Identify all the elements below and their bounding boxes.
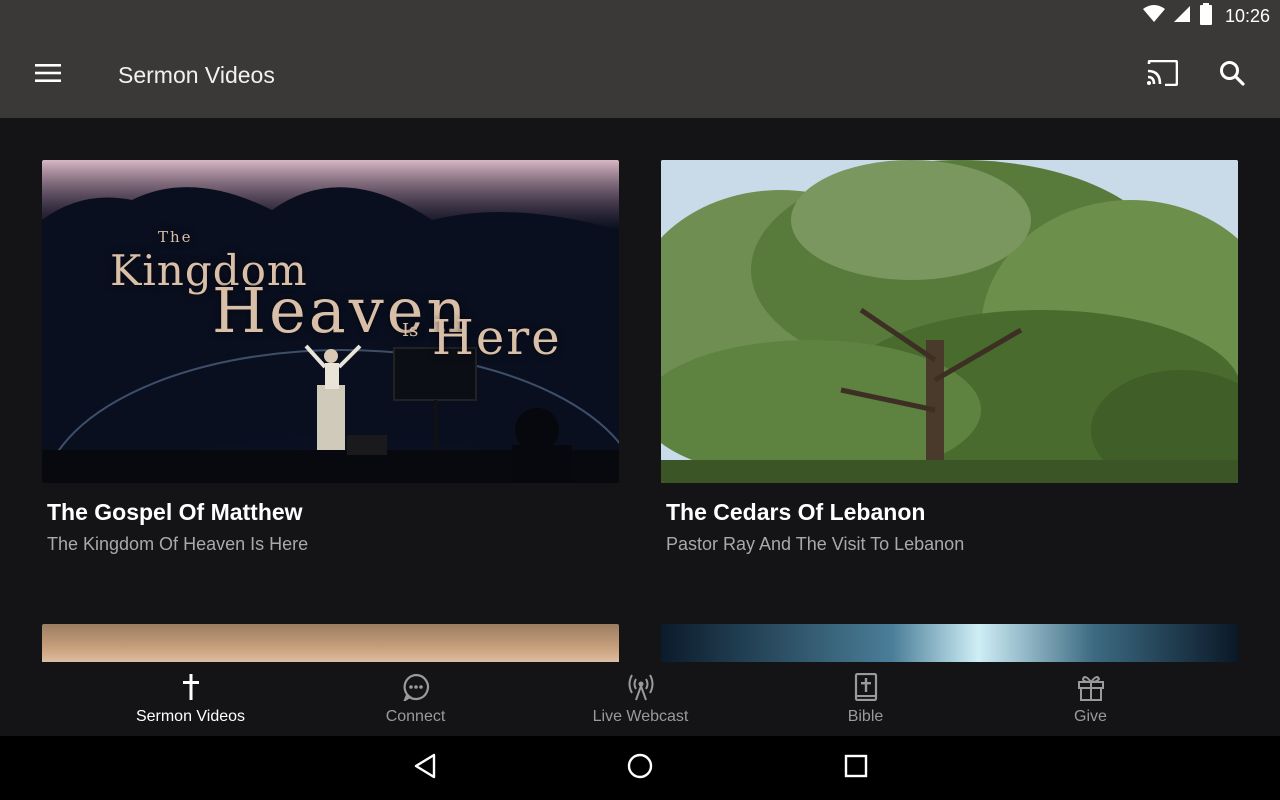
card-thumbnail: The Kingdom Heaven Is Here [42, 160, 619, 483]
bible-icon [854, 672, 878, 702]
nav-label: Sermon Videos [135, 708, 246, 725]
nav-label: Give [1074, 708, 1107, 725]
app-bar: Sermon Videos [0, 32, 1280, 118]
gift-icon [1077, 672, 1105, 702]
home-circle-icon [626, 752, 654, 785]
card-title: The Gospel Of Matthew [47, 499, 303, 525]
card-subtitle: Pastor Ray And The Visit To Lebanon [666, 534, 965, 554]
wifi-icon [1142, 4, 1165, 28]
card-subtitle: The Kingdom Of Heaven Is Here [47, 534, 309, 554]
nav-tab-sermon-videos[interactable]: Sermon Videos [78, 662, 303, 736]
system-navigation-bar [0, 736, 1280, 800]
nav-label: Bible [847, 708, 884, 725]
battery-icon [1199, 2, 1213, 30]
nav-tab-live-webcast[interactable]: Live Webcast [528, 662, 753, 736]
sermon-card-cedars-lebanon[interactable]: The Cedars Of Lebanon Pastor Ray And The… [661, 160, 1238, 555]
status-time: 10:26 [1224, 5, 1270, 26]
sermon-video-list: The Kingdom Heaven Is Here The Gospel Of… [0, 118, 1280, 662]
sermon-card-partial-left[interactable] [42, 624, 619, 662]
home-button[interactable] [624, 752, 656, 784]
search-icon [1219, 60, 1245, 91]
broadcast-tower-icon [627, 672, 655, 702]
hamburger-menu-icon [35, 63, 61, 87]
sermon-card-partial-right[interactable] [661, 624, 1238, 662]
cast-button[interactable] [1143, 58, 1181, 92]
nav-label: Connect [385, 708, 446, 725]
cross-icon [181, 672, 201, 702]
recents-button[interactable] [840, 752, 872, 784]
nav-tab-connect[interactable]: Connect [303, 662, 528, 736]
status-icons: 10:26 [1142, 0, 1270, 32]
cast-icon [1146, 59, 1179, 91]
sermon-card-gospel-matthew[interactable]: The Kingdom Heaven Is Here The Gospel Of… [42, 160, 619, 555]
status-bar: 10:26 [0, 0, 1280, 32]
nav-label: Live Webcast [592, 708, 689, 725]
search-button[interactable] [1214, 58, 1250, 92]
card-title: The Cedars Of Lebanon [666, 499, 926, 525]
card-thumbnail [661, 160, 1238, 483]
recents-square-icon [844, 754, 868, 783]
nav-tab-bible[interactable]: Bible [753, 662, 978, 736]
page-title: Sermon Videos [118, 62, 275, 88]
menu-button[interactable] [30, 58, 66, 92]
cell-signal-icon [1173, 5, 1191, 28]
back-button[interactable] [409, 752, 441, 784]
bottom-navigation: Sermon Videos Connect Live Webcast Bible… [0, 662, 1280, 736]
back-triangle-icon [413, 753, 437, 784]
nav-tab-give[interactable]: Give [978, 662, 1203, 736]
chat-bubble-icon [402, 672, 430, 702]
